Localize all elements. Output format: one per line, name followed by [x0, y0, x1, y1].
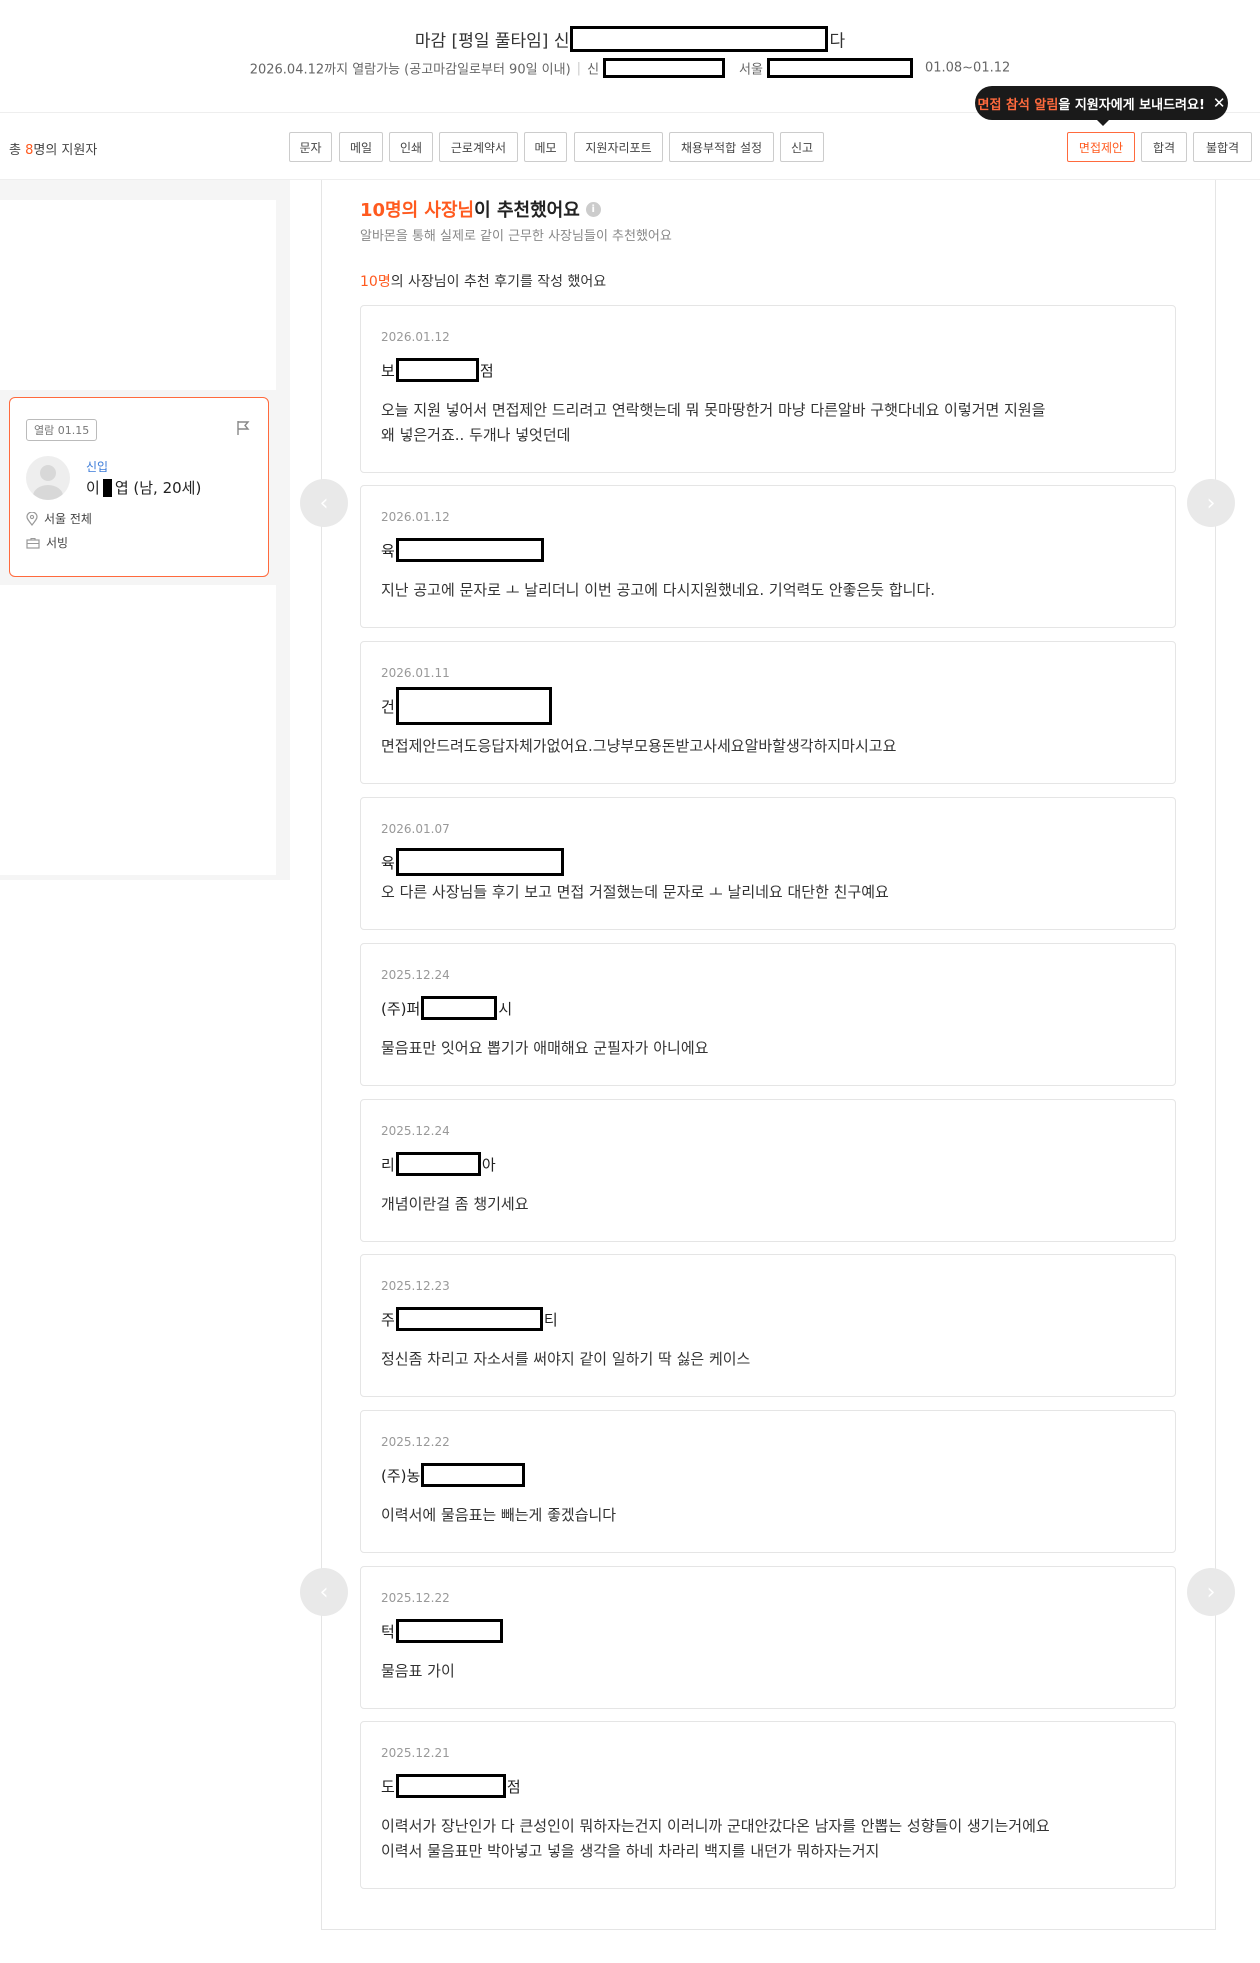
review-text: 물음표만 잇어요 뽑기가 애매해요 군필자가 아니에요	[381, 1039, 709, 1057]
prev-arrow-button[interactable]: ‹	[300, 479, 348, 527]
reviewer-name: 건	[381, 687, 553, 725]
job-title-prefix: 마감 [평일 풀타임] 신	[414, 31, 570, 52]
review-date: 2025.12.24	[381, 968, 450, 982]
redaction-box	[421, 1463, 526, 1487]
review-date: 2025.12.23	[381, 1279, 450, 1293]
review-date: 2025.12.22	[381, 1591, 450, 1605]
reviewer-name: 육	[381, 538, 545, 562]
review-date: 2025.12.22	[381, 1435, 450, 1449]
applicant-report-button[interactable]: 지원자리포트	[574, 132, 663, 162]
applicant-total: 총 8명의 지원자	[9, 143, 98, 158]
review-text: 이력서가 장난인가 다 큰성인이 뭐하자는건지 이러니까 군대안갔다온 남자를 …	[381, 1817, 1050, 1860]
next-arrow-button[interactable]: ›	[1187, 1568, 1235, 1616]
flag-icon[interactable]	[236, 420, 250, 436]
redaction-box	[395, 1619, 503, 1643]
reviewer-name: (주)농	[381, 1463, 526, 1487]
review-card: 2025.12.22 턱 물음표 가이	[360, 1566, 1176, 1709]
fail-button[interactable]: 불합격	[1193, 132, 1252, 162]
review-card: 2026.01.11 건 면접제안드려도응답자체가없어요.그냥부모용돈받고사세요…	[360, 641, 1176, 784]
redaction-box	[395, 687, 552, 725]
review-card: 2026.01.12 육 지난 공고에 문자로 ㅗ 날리더니 이번 공고에 다시…	[360, 485, 1176, 628]
toolbar: 총 8명의 지원자 문자 메일 인쇄 근로계약서 메모 지원자리포트 채용부적합…	[0, 112, 1260, 180]
pass-button[interactable]: 합격	[1141, 132, 1187, 162]
avatar	[26, 456, 70, 500]
open-period: 2026.04.12까지 열람가능 (공고마감일로부터 90일 이내)	[249, 62, 571, 78]
applicant-card[interactable]: 열람 01.15 신입 이엽 (남, 20세) 서울 전체 서빙	[9, 397, 269, 577]
next-arrow-button[interactable]: ›	[1187, 479, 1235, 527]
review-text: 정신좀 차리고 자소서를 써야지 같이 일하기 딱 싫은 케이스	[381, 1350, 751, 1368]
reviewer-name: 턱	[381, 1619, 504, 1643]
prev-arrow-button[interactable]: ‹	[300, 1568, 348, 1616]
redaction-box	[395, 848, 564, 876]
redaction-box	[570, 26, 829, 52]
reviewer-name: 리아	[381, 1152, 496, 1176]
job-subtitle: 2026.04.12까지 열람가능 (공고마감일로부터 90일 이내) | 신 서울 0…	[0, 58, 1260, 78]
review-text: 개념이란걸 좀 챙기세요	[381, 1195, 529, 1213]
viewed-badge: 열람 01.15	[26, 419, 98, 441]
review-text: 면접제안드려도응답자체가없어요.그냥부모용돈받고사세요알바할생각하지마시고요	[381, 737, 897, 755]
review-card: 2025.12.22 (주)농 이력서에 물음표는 빼는게 좋겠습니다	[360, 1410, 1176, 1553]
reviewer-name: 도점	[381, 1774, 521, 1798]
redaction-box	[102, 478, 112, 497]
redaction-box	[395, 538, 544, 562]
review-text: 물음표 가이	[381, 1662, 455, 1680]
review-card: 2026.01.07 육 오 다른 사장님들 후기 보고 면접 거절했는데 문자…	[360, 797, 1176, 930]
job-title-suffix: 다	[829, 31, 846, 52]
applicant-name: 이엽 (남, 20세)	[86, 478, 202, 497]
report-button[interactable]: 신고	[780, 132, 824, 162]
reviewer-name: 보점	[381, 358, 494, 382]
review-date: 2025.12.21	[381, 1746, 450, 1760]
labor-contract-button[interactable]: 근로계약서	[439, 132, 518, 162]
redaction-box	[395, 1307, 543, 1331]
review-date: 2025.12.24	[381, 1124, 450, 1138]
redaction-box	[395, 1152, 481, 1176]
close-icon[interactable]: ✕	[1213, 94, 1226, 112]
reviewer-name: 육	[381, 848, 565, 876]
career-tag: 신입	[86, 460, 109, 474]
mail-button[interactable]: 메일	[339, 132, 383, 162]
review-date: 2026.01.07	[381, 822, 450, 836]
redaction-box	[603, 58, 726, 78]
review-card: 2025.12.24 (주)퍼 시 물음표만 잇어요 뽑기가 애매해요 군필자가 …	[360, 943, 1176, 1086]
info-icon[interactable]: i	[585, 201, 601, 217]
review-text: 오늘 지원 넣어서 면접제안 드리려고 연락햇는데 뭐 못마땅한거 마냥 다른알…	[381, 401, 1046, 444]
user-icon	[33, 465, 63, 500]
job-title: 마감 [평일 풀타임] 신 다	[0, 26, 1260, 52]
reviewer-name: 주티	[381, 1307, 558, 1331]
print-button[interactable]: 인쇄	[389, 132, 433, 162]
work-period: 01.08~01.12	[924, 60, 1011, 76]
review-card: 2026.01.12 보점 오늘 지원 넣어서 면접제안 드리려고 연락햇는데 …	[360, 305, 1176, 473]
sms-button[interactable]: 문자	[289, 132, 332, 162]
applicant-list-area	[0, 585, 276, 875]
review-date: 2026.01.11	[381, 666, 450, 680]
redaction-box	[395, 358, 479, 382]
review-card: 2025.12.21 도점 이력서가 장난인가 다 큰성인이 뭐하자는건지 이러…	[360, 1721, 1176, 1889]
redaction-box	[421, 996, 498, 1020]
review-card: 2025.12.23 주티 정신좀 차리고 자소서를 써야지 같이 일하기 딱 …	[360, 1254, 1176, 1397]
applicant-job: 서빙	[26, 534, 68, 551]
review-text: 오 다른 사장님들 후기 보고 면접 거절했는데 문자로 ㅗ 날리네요 대단한 …	[381, 883, 889, 901]
applicant-list-area	[0, 200, 276, 390]
redaction-box	[395, 1774, 506, 1798]
unsuitable-setting-button[interactable]: 채용부적합 설정	[669, 132, 774, 162]
redaction-box	[766, 58, 913, 78]
review-card: 2025.12.24 리아 개념이란걸 좀 챙기세요	[360, 1099, 1176, 1242]
location-prefix: 신	[587, 62, 600, 78]
review-count: 10명의 사장님이 추천 후기를 작성 했어요	[360, 274, 607, 290]
recommend-subtitle: 알바몬을 통해 실제로 같이 근무한 사장님들이 추천했어요	[360, 229, 672, 244]
region: 서울	[739, 62, 763, 78]
location-pin-icon	[26, 511, 38, 526]
review-text: 이력서에 물음표는 빼는게 좋겠습니다	[381, 1506, 617, 1524]
briefcase-icon	[26, 537, 40, 549]
memo-button[interactable]: 메모	[524, 132, 567, 162]
reviewer-name: (주)퍼 시	[381, 996, 512, 1020]
interview-alert-tooltip: 면접 참석 알림 을 지원자에게 보내드려요! ✕	[975, 86, 1228, 126]
review-date: 2026.01.12	[381, 510, 450, 524]
applicant-location: 서울 전체	[26, 510, 92, 527]
recommend-title: 10명의 사장님 이 추천했어요 i	[360, 196, 601, 222]
interview-offer-button[interactable]: 면접제안	[1067, 132, 1135, 162]
review-date: 2026.01.12	[381, 330, 450, 344]
review-text: 지난 공고에 문자로 ㅗ 날리더니 이번 공고에 다시지원했네요. 기억력도 안…	[381, 581, 936, 599]
